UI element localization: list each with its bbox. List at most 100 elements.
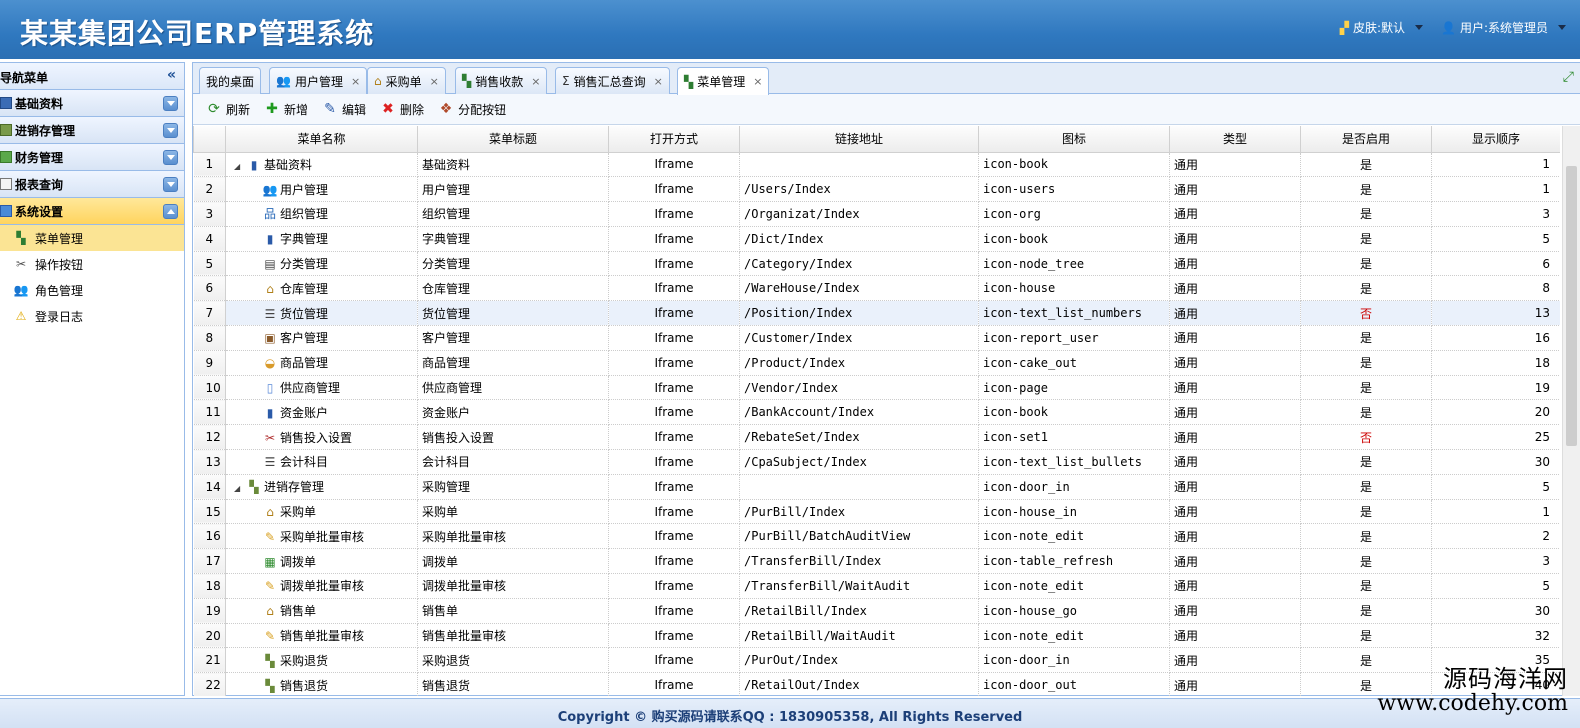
tab-menu-manage[interactable]: ▚ 菜单管理 ×	[677, 67, 770, 95]
money-icon	[0, 151, 12, 163]
expand-icon[interactable]	[163, 150, 178, 165]
order-cell: 1	[1431, 499, 1560, 525]
tab-label: 采购单	[385, 74, 422, 89]
tree-expand-icon[interactable]: ◢	[234, 484, 246, 493]
watermark-line2: www.codehy.com	[1377, 691, 1568, 717]
add-label: 新增	[284, 102, 309, 117]
url-cell: /Users/Index	[739, 176, 979, 203]
column-header[interactable]: 链接地址	[739, 126, 979, 153]
table-row[interactable]: 2 👥 用户管理 用户管理 Iframe/Users/Index icon-users 通用…	[193, 176, 1560, 203]
column-header[interactable]: 类型	[1169, 126, 1301, 153]
expand-icon[interactable]	[163, 96, 178, 111]
edit-button[interactable]: ✎ 编辑	[319, 99, 369, 120]
sidebar-section-label: 报表查询	[15, 177, 64, 192]
row-number: 1	[193, 152, 226, 178]
url-cell: /WareHouse/Index	[739, 275, 979, 302]
column-header[interactable]: 打开方式	[608, 126, 740, 153]
expand-icon[interactable]	[163, 123, 178, 138]
refresh-button[interactable]: ⟳ 刷新	[203, 99, 253, 120]
sidebar-section-system[interactable]: 系统设置	[0, 198, 184, 225]
table-row[interactable]: 21 ▚ 采购退货 采购退货 Iframe/PurOut/Index icon-door_…	[193, 647, 1560, 674]
table-row[interactable]: 1 ◢ ▮ 基础资料 基础资料 Iframe icon-book 通用是 1	[193, 152, 1560, 178]
sidebar-item-login-log[interactable]: ⚠ 登录日志	[0, 303, 184, 329]
table-row[interactable]: 11 ▮ 资金账户 资金账户 Iframe/BankAccount/Index icon-…	[193, 399, 1560, 426]
menu-name-label: 用户管理	[280, 182, 329, 197]
vertical-scrollbar[interactable]	[1562, 126, 1580, 696]
text-list-bullets-icon: ☰	[264, 455, 276, 470]
column-header[interactable]: 图标	[978, 126, 1170, 153]
menu-name-cell: ✎ 调拨单批量审核	[225, 573, 418, 599]
order-cell: 18	[1431, 350, 1560, 376]
tab-sales-receipt[interactable]: ▚ 销售收款 ×	[455, 67, 548, 94]
tree-icon: ▚	[684, 74, 694, 89]
close-icon[interactable]: ×	[430, 75, 439, 88]
table-row[interactable]: 12 ✂ 销售投入设置 销售投入设置 Iframe/RebateSet/Index ico…	[193, 424, 1560, 451]
table-row[interactable]: 15 ⌂ 采购单 采购单 Iframe/PurBill/Index icon-house_…	[193, 499, 1560, 525]
table-row[interactable]: 16 ✎ 采购单批量审核 采购单批量审核 Iframe/PurBill/BatchAud…	[193, 523, 1560, 550]
type-cell: 通用	[1169, 499, 1301, 525]
table-row[interactable]: 7 ☰ 货位管理 货位管理 Iframe/Position/Index icon-text…	[193, 300, 1560, 327]
sidebar-section-reports[interactable]: 报表查询	[0, 171, 184, 198]
table-row[interactable]: 14 ◢ ▚ 进销存管理 采购管理 Iframe icon-door_in 通用 是 5	[193, 474, 1560, 500]
tab-desktop[interactable]: 我的桌面	[199, 67, 262, 94]
table-row[interactable]: 13 ☰ 会计科目 会计科目 Iframe/CpaSubject/Index icon-t…	[193, 449, 1560, 475]
tab-label: 用户管理	[294, 74, 343, 89]
fullscreen-icon[interactable]: ⤢	[1563, 69, 1574, 85]
table-row[interactable]: 6 ⌂ 仓库管理 仓库管理 Iframe/WareHouse/Index icon-hou…	[193, 275, 1560, 302]
table-row[interactable]: 9 ◒ 商品管理 商品管理 Iframe/Product/Index icon-cake_…	[193, 350, 1560, 376]
menu-name-label: 资金账户	[280, 405, 329, 420]
sidebar-item-menu-manage[interactable]: ▚ 菜单管理	[0, 225, 184, 251]
menu-title-cell: 调拨单批量审核	[417, 573, 609, 599]
collapse-section-icon[interactable]	[163, 204, 178, 219]
url-cell: /BankAccount/Index	[739, 399, 979, 426]
table-row[interactable]: 3 品组织管理 组织管理 Iframe/Organizat/Index icon-org…	[193, 201, 1560, 227]
scrollbar-thumb[interactable]	[1566, 166, 1577, 446]
row-number: 17	[193, 548, 226, 575]
expand-icon[interactable]	[163, 177, 178, 192]
column-header[interactable]: 显示顺序	[1431, 126, 1560, 153]
close-icon[interactable]: ×	[531, 75, 540, 88]
table-row[interactable]: 5 ▤ 分类管理 分类管理 Iframe/Category/Index icon-node…	[193, 251, 1560, 277]
tab-users[interactable]: 👥 用户管理 ×	[269, 67, 368, 94]
computer-icon	[0, 205, 12, 217]
column-header[interactable]: 是否启用	[1300, 126, 1432, 153]
pencil-icon: ✎	[324, 101, 336, 117]
close-icon[interactable]: ×	[654, 75, 663, 88]
edit-label: 编辑	[342, 102, 367, 117]
tab-sales-summary[interactable]: Σ 销售汇总查询 ×	[555, 67, 670, 94]
user-menu[interactable]: 👤 用户:系统管理员	[1441, 19, 1566, 36]
column-header[interactable]: 菜单名称	[225, 126, 418, 153]
url-cell: /TransferBill/WaitAudit	[739, 573, 979, 599]
table-row[interactable]: 8 ▣ 客户管理 客户管理 Iframe/Customer/Index icon-repo…	[193, 325, 1560, 351]
table-row[interactable]: 19 ⌂ 销售单 销售单 Iframe/RetailBill/Index icon-hou…	[193, 598, 1560, 624]
enabled-label: 是	[1359, 257, 1372, 272]
tab-purchase[interactable]: ⌂ 采购单 ×	[367, 67, 446, 94]
menu-title-cell: 供应商管理	[417, 375, 609, 401]
table-row[interactable]: 17 ▦ 调拨单 调拨单 Iframe/TransferBill/Index icon-t…	[193, 548, 1560, 575]
sidebar-item-roles[interactable]: 👥 角色管理	[0, 277, 184, 303]
close-icon[interactable]: ×	[753, 75, 762, 88]
assign-buttons-button[interactable]: ❖ 分配按钮	[435, 99, 509, 120]
table-row[interactable]: 18 ✎ 调拨单批量审核 调拨单批量审核 Iframe/TransferBill/Wai…	[193, 573, 1560, 599]
icon-name-cell: icon-cake_out	[978, 350, 1170, 376]
table-row[interactable]: 4 ▮ 字典管理 字典管理 Iframe/Dict/Index icon-book 通用是 5	[193, 226, 1560, 252]
row-number: 11	[193, 399, 226, 426]
tree-expand-icon[interactable]: ◢	[234, 162, 246, 171]
sidebar-item-buttons[interactable]: ✂ 操作按钮	[0, 251, 184, 277]
house-icon: ⌂	[266, 281, 274, 296]
skin-selector[interactable]: ▞ 皮肤:默认	[1340, 19, 1423, 36]
delete-button[interactable]: ✖ 删除	[377, 99, 427, 120]
collapse-icon[interactable]: «	[167, 67, 176, 83]
sidebar-section-finance[interactable]: 财务管理	[0, 144, 184, 171]
sidebar-section-inventory[interactable]: 进销存管理	[0, 117, 184, 144]
add-button[interactable]: ✚ 新增	[261, 99, 311, 120]
close-icon[interactable]: ×	[351, 75, 360, 88]
table-row[interactable]: 20 ✎ 销售单批量审核 销售单批量审核 Iframe/RetailBill/WaitA…	[193, 623, 1560, 649]
sidebar-section-basic[interactable]: 基础资料	[0, 90, 184, 117]
column-header[interactable]: 菜单标题	[417, 126, 609, 153]
table-row[interactable]: 10 ▯ 供应商管理 供应商管理 Iframe/Vendor/Index icon-pag…	[193, 375, 1560, 401]
menu-name-label: 采购单批量审核	[280, 529, 365, 544]
type-cell: 通用	[1169, 350, 1301, 376]
table-row[interactable]: 22 ▚ 销售退货 销售退货 Iframe/RetailOut/Index icon-do…	[193, 672, 1560, 696]
menu-name-label: 组织管理	[280, 207, 329, 222]
